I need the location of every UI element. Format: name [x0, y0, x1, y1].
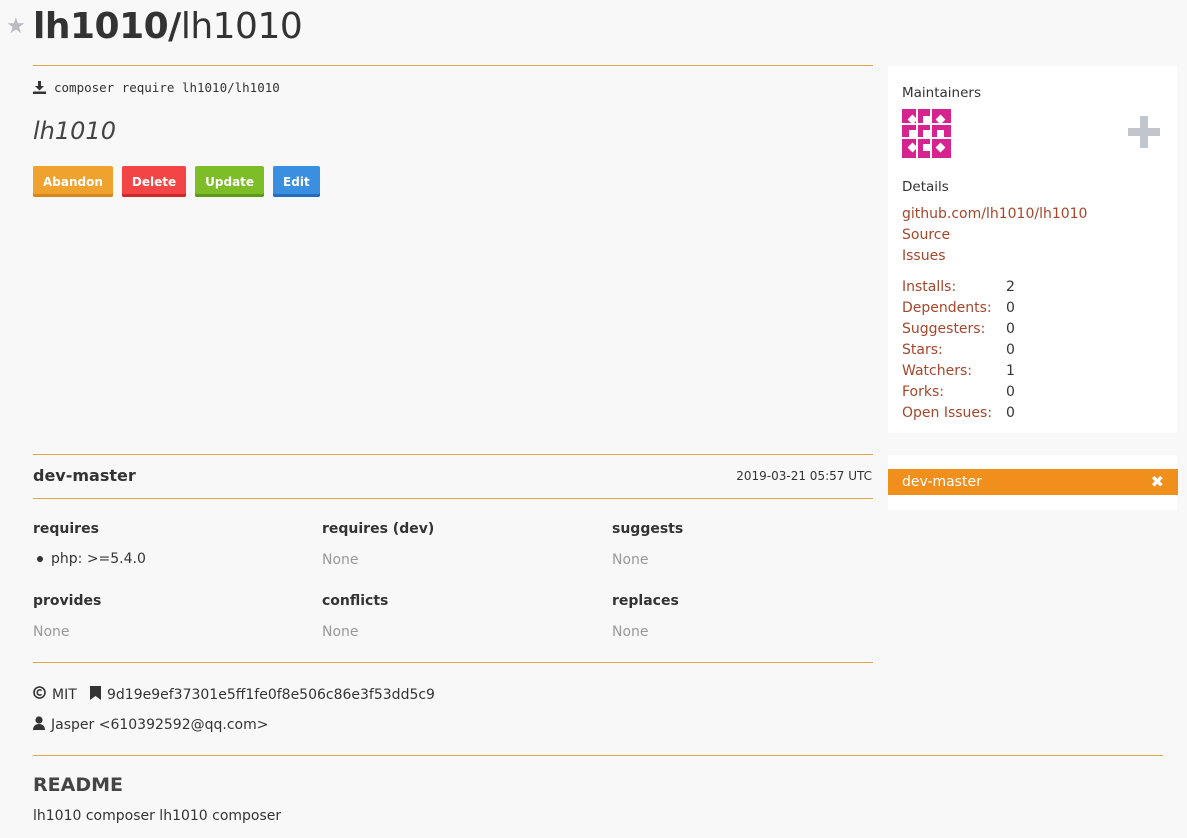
replaces-empty: None [612, 624, 649, 640]
sidebar-panel: Maintainers Details github.com/lh1010/lh… [888, 66, 1177, 433]
delete-button[interactable]: Delete [121, 166, 187, 197]
copyright-icon [33, 686, 46, 703]
provides-heading: provides [33, 593, 102, 609]
requires-item: php: >=5.4.0 [37, 551, 146, 567]
divider [33, 498, 873, 499]
source-link[interactable]: Source [902, 227, 950, 243]
requires-heading: requires [33, 521, 99, 537]
stat-label[interactable]: Dependents: [902, 298, 1006, 319]
stat-dependents: Dependents: 0 [902, 298, 1015, 319]
package-name: lh1010 [180, 6, 303, 47]
install-command-text[interactable]: composer require lh1010/lh1010 [54, 80, 280, 95]
package-vendor[interactable]: lh1010/ [33, 6, 181, 47]
stats-list: Installs: 2 Dependents: 0 Suggesters: 0 Sta… [902, 277, 1015, 424]
divider [33, 755, 1163, 756]
versions-panel: dev-master ✖ [888, 455, 1178, 510]
star-icon[interactable]: ★ [6, 14, 26, 39]
stat-value: 0 [1006, 321, 1015, 337]
stat-suggesters: Suggesters: 0 [902, 319, 1015, 340]
page-title: lh1010/lh1010 [33, 6, 303, 47]
update-button[interactable]: Update [195, 166, 265, 197]
version-name: dev-master [33, 466, 136, 485]
stat-installs: Installs: 2 [902, 277, 1015, 298]
bullet [37, 556, 43, 562]
add-maintainer-plus-icon[interactable] [1128, 116, 1160, 152]
readme-body: lh1010 composer lh1010 composer [33, 808, 282, 824]
package-description: lh1010 [33, 117, 116, 145]
version-list-item[interactable]: dev-master ✖ [888, 469, 1178, 495]
stat-stars: Stars: 0 [902, 340, 1015, 361]
conflicts-heading: conflicts [322, 593, 389, 609]
stat-forks: Forks: 0 [902, 382, 1015, 403]
reference-row: 9d19e9ef37301e5ff1fe0f8e506c86e3f53dd5c9 [90, 686, 435, 704]
stat-value: 1 [1006, 363, 1015, 379]
version-date: 2019-03-21 05:57 UTC [736, 469, 872, 483]
bookmark-icon [90, 686, 101, 704]
close-icon[interactable]: ✖ [1151, 469, 1164, 495]
stat-watchers: Watchers: 1 [902, 361, 1015, 382]
stat-value: 2 [1006, 279, 1015, 295]
suggests-empty: None [612, 552, 649, 568]
stat-label[interactable]: Watchers: [902, 361, 1006, 382]
provides-empty: None [33, 624, 70, 640]
author-text[interactable]: Jasper <610392592@qq.com> [51, 717, 268, 733]
maintainer-avatar[interactable] [902, 109, 951, 162]
stat-label[interactable]: Stars: [902, 340, 1006, 361]
author-row: Jasper <610392592@qq.com> [33, 716, 268, 734]
install-command: composer require lh1010/lh1010 [33, 80, 280, 95]
divider [33, 65, 873, 66]
stat-label[interactable]: Forks: [902, 382, 1006, 403]
stat-value: 0 [1006, 405, 1015, 421]
maintainers-heading: Maintainers [902, 85, 981, 101]
stat-label[interactable]: Suggesters: [902, 319, 1006, 340]
issues-link[interactable]: Issues [902, 248, 946, 264]
replaces-heading: replaces [612, 593, 679, 609]
stat-value: 0 [1006, 300, 1015, 316]
conflicts-empty: None [322, 624, 359, 640]
user-icon [33, 716, 45, 734]
version-list-label: dev-master [902, 474, 982, 490]
readme-heading: README [33, 774, 123, 796]
license-row: MIT [33, 686, 77, 703]
details-heading: Details [902, 179, 949, 195]
abandon-button[interactable]: Abandon [33, 166, 113, 197]
repo-link[interactable]: github.com/lh1010/lh1010 [902, 206, 1087, 222]
stat-value: 0 [1006, 342, 1015, 358]
suggests-heading: suggests [612, 521, 684, 537]
requires-item-text[interactable]: php: >=5.4.0 [51, 551, 146, 567]
stat-open-issues: Open Issues: 0 [902, 403, 1015, 424]
license-text: MIT [52, 686, 77, 703]
requires-dev-empty: None [322, 552, 359, 568]
download-icon [33, 81, 46, 94]
action-buttons: Abandon Delete Update Edit [33, 166, 320, 197]
stat-label[interactable]: Installs: [902, 277, 1006, 298]
edit-button[interactable]: Edit [273, 166, 320, 197]
stat-label[interactable]: Open Issues: [902, 403, 1006, 424]
divider [33, 454, 873, 455]
stat-value: 0 [1006, 384, 1015, 400]
requires-dev-heading: requires (dev) [322, 521, 435, 537]
reference-text: 9d19e9ef37301e5ff1fe0f8e506c86e3f53dd5c9 [107, 687, 435, 703]
divider [33, 662, 873, 663]
